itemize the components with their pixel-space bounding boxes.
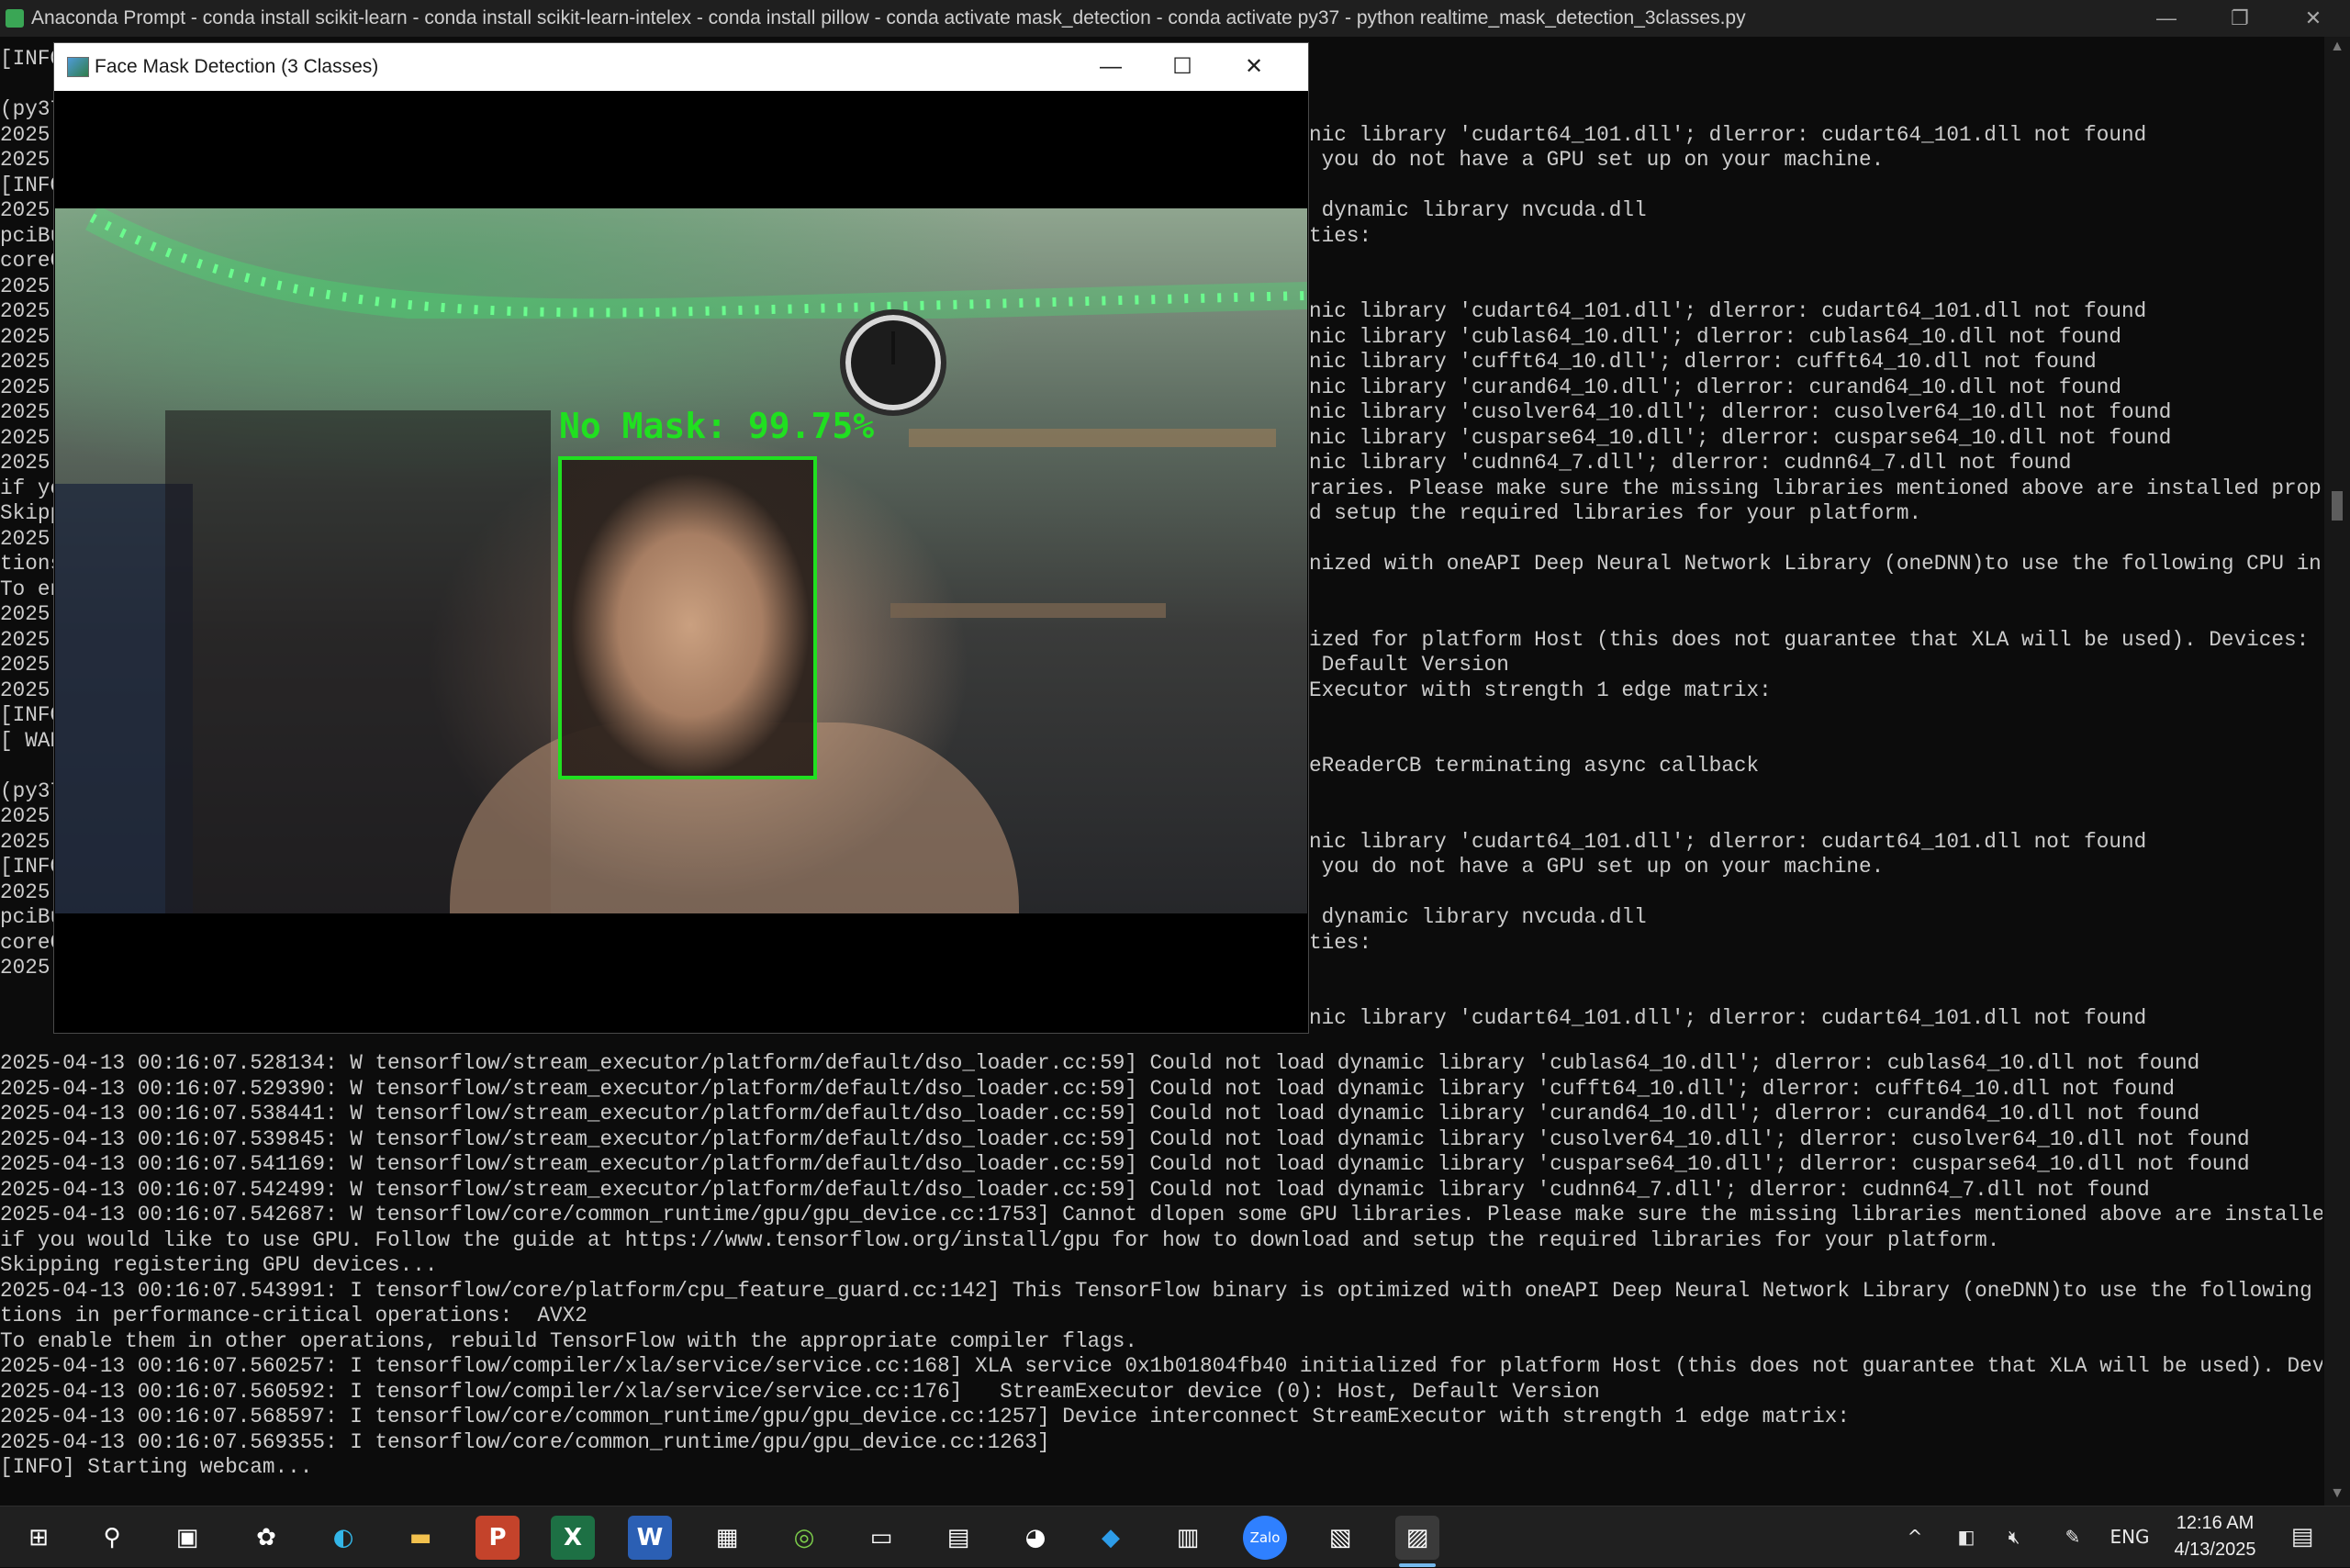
wall-shelf	[909, 429, 1276, 447]
detection-window-icon	[67, 57, 89, 77]
console-line-fragment-right: eReaderCB terminating async callback	[1309, 754, 1760, 778]
photos-icon[interactable]: ▦	[705, 1516, 749, 1560]
edge-icon[interactable]: ◐	[321, 1516, 365, 1560]
console-scrollbar[interactable]: ▲ ▼	[2324, 37, 2350, 1506]
wall-clock	[840, 309, 946, 416]
flag-app-icon[interactable]: ▥	[1166, 1516, 1210, 1560]
console-line-fragment-right: ized for platform Host (this does not gu…	[1309, 627, 2310, 652]
console-line: 2025-04-13 00:16:07.569355: I tensorflow…	[0, 1429, 1050, 1454]
copilot-icon[interactable]: ✿	[244, 1516, 288, 1560]
console-line: 2025-04-13 00:16:07.529390: W tensorflow…	[0, 1076, 2175, 1101]
scrollbar-thumb[interactable]	[2332, 491, 2343, 521]
clock-date[interactable]: 4/13/2025	[2155, 1540, 2275, 1561]
detection-window-title: Face Mask Detection (3 Classes)	[95, 56, 379, 77]
console-line: 2025-04-13 00:16:07.542687: W tensorflow…	[0, 1203, 2322, 1226]
console-restore-button[interactable]: ❐	[2203, 0, 2277, 37]
console-line-fragment-right: Executor with strength 1 edge matrix:	[1309, 678, 1772, 702]
console-line-fragment-right: Default Version	[1309, 653, 1509, 677]
lower-shelf	[890, 603, 1166, 618]
console-line: tions in performance-critical operations…	[0, 1304, 588, 1327]
powerpoint-icon[interactable]: P	[476, 1516, 520, 1560]
console-line: 2025-04-13 00:16:07.543991: I tensorflow…	[0, 1278, 2322, 1303]
console-line: 2025-04-13 00:16:07.568597: I tensorflow…	[0, 1405, 1850, 1428]
terminal-icon[interactable]: ▭	[859, 1516, 903, 1560]
meet-now-icon[interactable]: ◧	[1950, 1506, 1983, 1568]
console-line-fragment-right: nic library 'cudart64_101.dll'; dlerror:…	[1309, 1006, 2147, 1030]
console-title: Anaconda Prompt - conda install scikit-l…	[31, 7, 1746, 28]
console-line: 2025-04-13 00:16:07.528134: W tensorflow…	[0, 1051, 2200, 1075]
console-minimize-button[interactable]: —	[2130, 0, 2203, 37]
console-line-fragment-right: dynamic library nvcuda.dll	[1309, 198, 1647, 222]
console-line: if you would like to use GPU. Follow the…	[0, 1227, 2000, 1252]
console-line: 2025-04-13 00:16:07.560257: I tensorflow…	[0, 1354, 2322, 1378]
search-icon[interactable]: ⚲	[90, 1516, 134, 1560]
pen-icon[interactable]: ✎	[2056, 1506, 2089, 1568]
console-titlebar: Anaconda Prompt - conda install scikit-l…	[0, 0, 2350, 37]
console-line-fragment-right: ties:	[1309, 930, 1372, 955]
face-bounding-box	[558, 456, 817, 779]
console-line-fragment-right: you do not have a GPU set up on your mac…	[1309, 148, 1885, 172]
taskbar: ⊞ ⚲ ▣ ✿ ◐ ▬ P X W ▦ ◎ ▭ ▤ ◕ ◆ ▥ Zalo ▧ ▨ ^ ◧ 🔇︎ ✎ ENG 12:1…	[0, 1506, 2350, 1567]
notifications-icon[interactable]: ▤	[2284, 1506, 2321, 1568]
console-line: 2025-04-13 00:16:07.541169: W tensorflow…	[0, 1152, 2250, 1176]
console-line: 2025-04-13 00:16:07.560592: I tensorflow…	[0, 1379, 1600, 1404]
browser-icon[interactable]: ◕	[1013, 1516, 1058, 1560]
task-view-icon[interactable]: ▣	[165, 1516, 209, 1560]
console-line: 2025-04-13 00:16:07.542499: W tensorflow…	[0, 1177, 2150, 1202]
console-line-fragment-right: nic library 'cusolver64_10.dll'; dlerror…	[1309, 400, 2172, 424]
console-line-fragment-right: d setup the required libraries for your …	[1309, 501, 1922, 525]
console-line-fragment-right: you do not have a GPU set up on your mac…	[1309, 855, 1885, 879]
console-line-fragment-right: nic library 'cufft64_10.dll'; dlerror: c…	[1309, 350, 2097, 374]
volume-muted-icon[interactable]: 🔇︎	[1998, 1506, 2031, 1568]
console-line-fragment-right: nized with oneAPI Deep Neural Network Li…	[1309, 552, 2322, 576]
console-line-fragment-right: nic library 'cudnn64_7.dll'; dlerror: cu…	[1309, 451, 2072, 475]
led-light-strip	[84, 208, 1307, 319]
remote-desktop-icon[interactable]: ▤	[936, 1516, 980, 1560]
webcam-video-frame: No Mask: 99.75%	[55, 208, 1307, 913]
console-line: 2025-04-13 00:16:07.539845: W tensorflow…	[0, 1126, 2250, 1151]
files-icon[interactable]: ▧	[1318, 1516, 1362, 1560]
detection-label: No Mask: 99.75%	[559, 406, 875, 446]
console-line-fragment-right: nic library 'cusparse64_10.dll'; dlerror…	[1309, 425, 2172, 450]
clock-time[interactable]: 12:16 AM	[2155, 1513, 2275, 1534]
console-line: To enable them in other operations, rebu…	[0, 1328, 1137, 1353]
start-icon[interactable]: ⊞	[17, 1516, 61, 1560]
scroll-up-icon[interactable]: ▲	[2328, 39, 2346, 55]
detection-minimize-button[interactable]: —	[1075, 43, 1147, 91]
console-line-fragment-right: raries. Please make sure the missing lib…	[1309, 476, 2322, 500]
camtasia-icon[interactable]: ◎	[782, 1516, 826, 1560]
console-line-fragment-right: dynamic library nvcuda.dll	[1309, 905, 1647, 929]
console-line-fragment-right: nic library 'cudart64_101.dll'; dlerror:…	[1309, 829, 2147, 854]
detection-close-button[interactable]: ✕	[1218, 43, 1290, 91]
console-line-fragment-right: nic library 'cublas64_10.dll'; dlerror: …	[1309, 324, 2121, 349]
face-mask-detection-window[interactable]: Face Mask Detection (3 Classes) — ☐ ✕ No…	[53, 42, 1309, 1034]
show-hidden-icons-chevron-icon[interactable]: ^	[1898, 1506, 1931, 1568]
excel-icon[interactable]: X	[551, 1516, 595, 1560]
anaconda-prompt-icon	[6, 9, 24, 28]
detection-window-titlebar[interactable]: Face Mask Detection (3 Classes) — ☐ ✕	[54, 43, 1308, 91]
console-line-fragment-right: nic library 'cudart64_101.dll'; dlerror:…	[1309, 299, 2147, 323]
console-line-fragment-right: nic library 'curand64_10.dll'; dlerror: …	[1309, 375, 2121, 399]
file-explorer-icon[interactable]: ▬	[398, 1516, 442, 1560]
console-line: 2025-04-13 00:16:07.538441: W tensorflow…	[0, 1102, 2200, 1126]
detection-maximize-button[interactable]: ☐	[1147, 43, 1218, 91]
console-line-fragment-right: ties:	[1309, 223, 1372, 248]
console-line: Skipping registering GPU devices...	[0, 1253, 438, 1277]
word-icon[interactable]: W	[628, 1516, 672, 1560]
console-line: [INFO] Starting webcam...	[0, 1455, 313, 1479]
console-close-button[interactable]: ✕	[2277, 0, 2350, 37]
language-indicator[interactable]: ENG	[2108, 1506, 2152, 1568]
opencv-window-icon[interactable]: ▨	[1395, 1516, 1439, 1567]
scroll-down-icon[interactable]: ▼	[2328, 1485, 2346, 1502]
vscode-icon[interactable]: ◆	[1089, 1516, 1133, 1560]
console-line-fragment-right: nic library 'cudart64_101.dll'; dlerror:…	[1309, 122, 2147, 147]
zalo-icon[interactable]: Zalo	[1243, 1516, 1287, 1560]
